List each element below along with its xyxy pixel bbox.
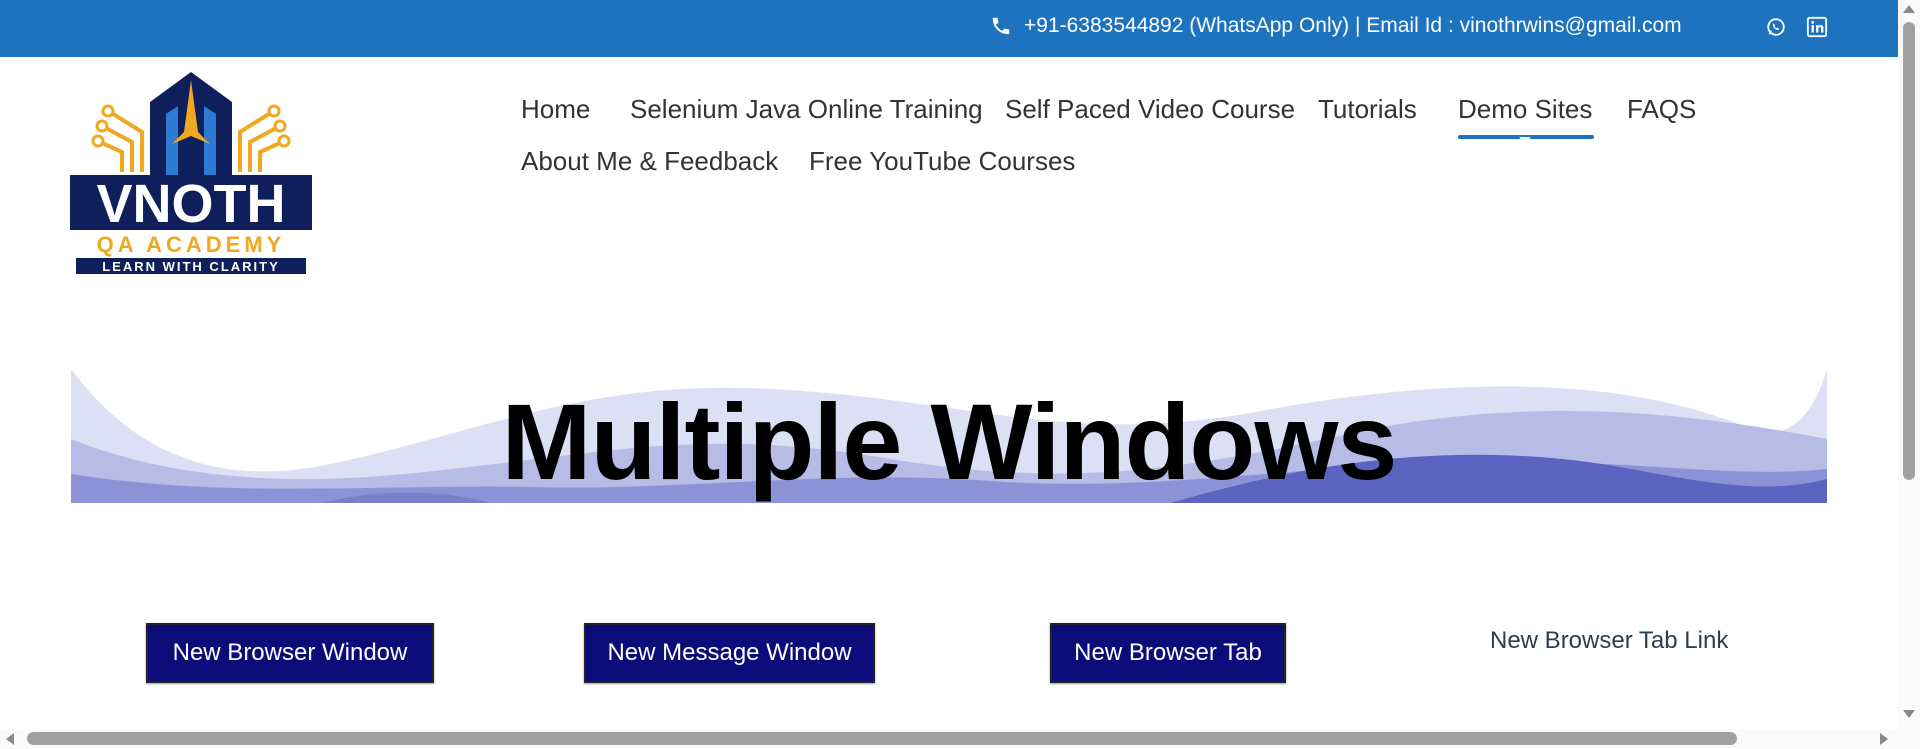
nav-home[interactable]: Home: [521, 94, 590, 125]
vertical-scrollbar[interactable]: [1898, 0, 1920, 732]
logo-tagline: LEARN WITH CLARITY: [102, 259, 280, 274]
site-logo[interactable]: VNOTH QA ACADEMY LEARN WITH CLARITY: [70, 72, 312, 274]
nav-selenium-java-online-training[interactable]: Selenium Java Online Training: [630, 94, 983, 125]
page-banner: Multiple Windows: [71, 369, 1827, 503]
nav-demo-sites[interactable]: Demo Sites: [1458, 94, 1595, 139]
scrollbar-corner: [1898, 732, 1920, 749]
nav-faqs[interactable]: FAQS: [1627, 94, 1696, 125]
contact-info: +91-6383544892 (WhatsApp Only) | Email I…: [990, 14, 1682, 38]
scroll-right-icon[interactable]: [1880, 733, 1888, 745]
whatsapp-link[interactable]: [1765, 16, 1787, 38]
nav-about-me-feedback[interactable]: About Me & Feedback: [521, 146, 778, 177]
linkedin-link[interactable]: [1806, 16, 1828, 38]
whatsapp-icon[interactable]: [1765, 16, 1787, 38]
new-message-window-button[interactable]: New Message Window: [584, 623, 875, 683]
horizontal-scroll-thumb[interactable]: [27, 732, 1737, 745]
phone-icon: [990, 15, 1012, 37]
contact-text: +91-6383544892 (WhatsApp Only) | Email I…: [1024, 14, 1682, 37]
new-browser-tab-button[interactable]: New Browser Tab: [1050, 623, 1286, 683]
linkedin-icon[interactable]: [1806, 16, 1828, 38]
logo-brand: VNOTH: [97, 174, 286, 234]
logo-academy: QA ACADEMY: [97, 232, 286, 257]
scroll-left-icon[interactable]: [6, 733, 14, 745]
nav-self-paced-video-course[interactable]: Self Paced Video Course: [1005, 94, 1295, 125]
vertical-scroll-thumb[interactable]: [1903, 22, 1915, 480]
new-browser-window-button[interactable]: New Browser Window: [146, 623, 434, 683]
scroll-up-icon[interactable]: [1903, 5, 1915, 13]
nav-free-youtube-courses[interactable]: Free YouTube Courses: [809, 146, 1075, 177]
horizontal-scrollbar[interactable]: [0, 729, 1898, 749]
top-contact-bar: +91-6383544892 (WhatsApp Only) | Email I…: [0, 0, 1898, 57]
nav-tutorials[interactable]: Tutorials: [1318, 94, 1417, 125]
page-title: Multiple Windows: [501, 381, 1398, 502]
scroll-down-icon[interactable]: [1903, 710, 1915, 718]
new-browser-tab-link[interactable]: New Browser Tab Link: [1490, 627, 1728, 655]
